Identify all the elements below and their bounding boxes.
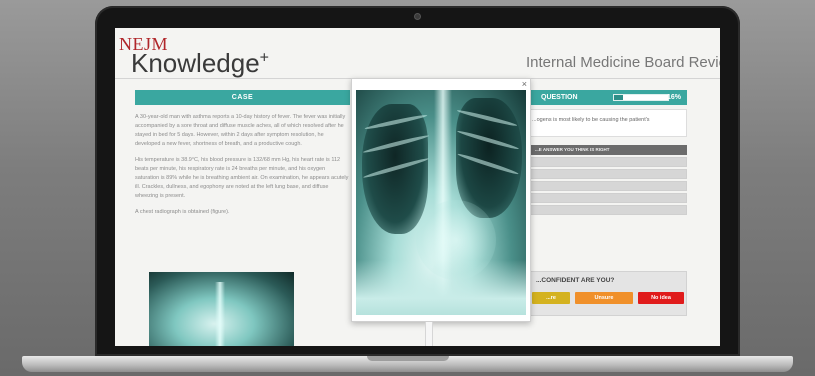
answer-option[interactable] bbox=[527, 205, 687, 215]
case-panel: CASE A 30-year-old man with asthma repor… bbox=[135, 90, 375, 346]
answer-option[interactable] bbox=[527, 169, 687, 179]
progress-percent: 16% bbox=[666, 94, 681, 101]
choose-answer-header: ...E ANSWER YOU THINK IS RIGHT bbox=[527, 145, 687, 155]
popup-stand bbox=[425, 322, 433, 346]
thumbnail-spine bbox=[215, 282, 225, 346]
laptop-base bbox=[22, 356, 793, 372]
xray-lower-opacity bbox=[356, 260, 526, 315]
close-icon[interactable]: × bbox=[522, 79, 527, 89]
question-panel: QUESTION 16% ...ogens is most likely to … bbox=[527, 90, 687, 346]
radiograph-popup: × bbox=[351, 78, 531, 322]
progress-fill bbox=[614, 95, 623, 100]
unsure-button[interactable]: Unsure bbox=[575, 292, 633, 304]
progress-bar bbox=[613, 94, 669, 101]
confidence-box: ...CONFIDENT ARE YOU? ...re Unsure No id… bbox=[527, 271, 687, 316]
question-label: QUESTION bbox=[541, 94, 578, 101]
logo-product-text: Knowledge bbox=[131, 48, 260, 78]
laptop-notch bbox=[367, 356, 449, 361]
app-screen: NEJM Knowledge+ Internal Medicine Board … bbox=[115, 28, 720, 346]
case-paragraph: A chest radiograph is obtained (figure). bbox=[135, 209, 230, 215]
question-tab: QUESTION 16% bbox=[527, 90, 687, 105]
answer-option[interactable] bbox=[527, 181, 687, 191]
confidence-prompt: ...CONFIDENT ARE YOU? bbox=[536, 277, 615, 284]
case-paragraph: A 30-year-old man with asthma reports a … bbox=[135, 114, 346, 147]
radiograph-thumbnail[interactable] bbox=[149, 272, 294, 346]
logo-plus: + bbox=[259, 49, 269, 67]
laptop-frame: NEJM Knowledge+ Internal Medicine Board … bbox=[95, 6, 740, 356]
answer-option[interactable] bbox=[527, 193, 687, 203]
answer-option[interactable] bbox=[527, 157, 687, 167]
webcam-icon bbox=[414, 13, 421, 20]
logo-product: Knowledge+ bbox=[131, 48, 269, 79]
page-title: Internal Medicine Board Review bbox=[526, 54, 720, 71]
case-text: A 30-year-old man with asthma reports a … bbox=[135, 113, 350, 217]
case-tab[interactable]: CASE bbox=[135, 90, 350, 105]
case-paragraph: His temperature is 38.9°C, his blood pre… bbox=[135, 157, 349, 199]
chest-radiograph-image bbox=[356, 90, 526, 315]
confident-button[interactable]: ...re bbox=[532, 292, 570, 304]
no-idea-button[interactable]: No idea bbox=[638, 292, 684, 304]
question-text: ...ogens is most likely to be causing th… bbox=[527, 109, 687, 137]
